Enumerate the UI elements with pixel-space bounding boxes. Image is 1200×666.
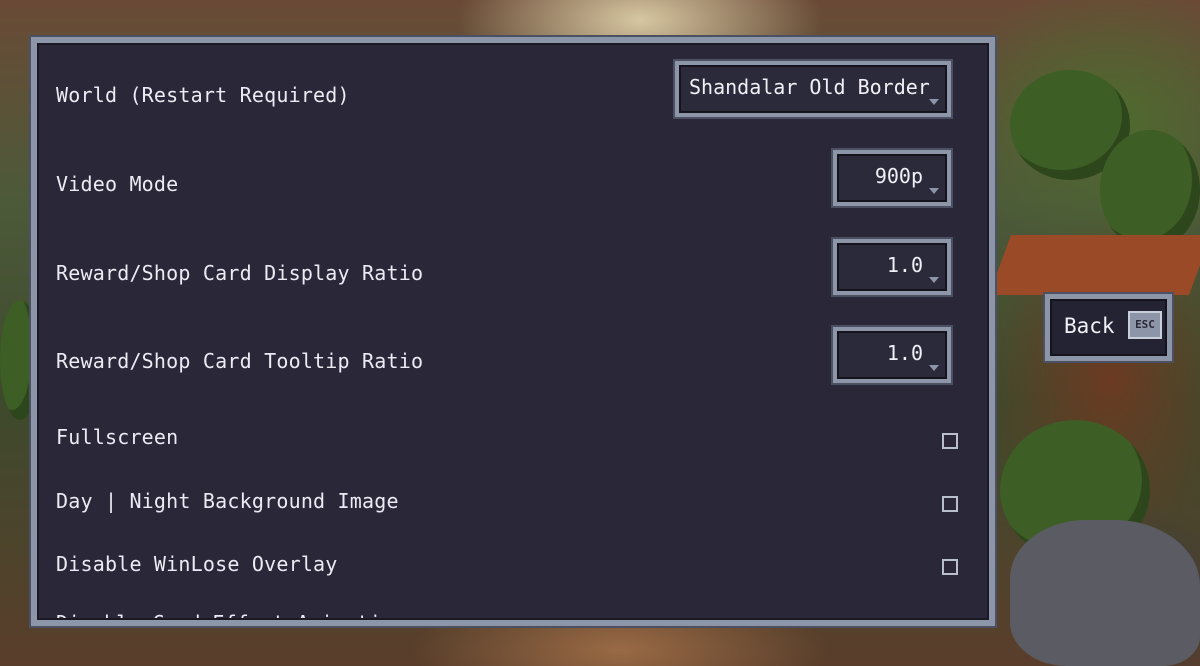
rock-decoration: [1010, 520, 1200, 666]
video-mode-select-text: 900p: [874, 164, 923, 188]
chevron-down-icon: [929, 365, 939, 371]
settings-list[interactable]: World (Restart Required) Shandalar Old B…: [37, 43, 989, 620]
display-ratio-label: Reward/Shop Card Display Ratio: [56, 261, 424, 285]
fullscreen-checkbox[interactable]: [942, 433, 958, 449]
display-ratio-select-text: 1.0: [886, 253, 923, 277]
video-mode-select-value: 900p: [837, 154, 947, 202]
back-button-face: Back ESC: [1050, 299, 1167, 356]
cut-off-setting-label: Disable Card Effect Animations: [56, 611, 417, 618]
display-ratio-select-value: 1.0: [837, 243, 947, 291]
video-mode-select[interactable]: 900p: [831, 148, 953, 208]
world-label: World (Restart Required): [56, 83, 350, 107]
display-ratio-select[interactable]: 1.0: [831, 237, 953, 297]
world-select[interactable]: Shandalar Old Border: [673, 59, 953, 119]
tooltip-ratio-select-value: 1.0: [837, 331, 947, 379]
back-button[interactable]: Back ESC: [1043, 292, 1174, 363]
building-roof-decoration: [989, 235, 1200, 295]
winlose-overlay-label: Disable WinLose Overlay: [56, 552, 338, 576]
chevron-down-icon: [929, 188, 939, 194]
tree-decoration: [1100, 130, 1200, 250]
video-mode-label: Video Mode: [56, 172, 179, 196]
day-night-label: Day | Night Background Image: [56, 489, 399, 513]
esc-key-icon: ESC: [1128, 311, 1162, 339]
tooltip-ratio-label: Reward/Shop Card Tooltip Ratio: [56, 349, 424, 373]
back-button-label: Back: [1064, 314, 1115, 338]
tooltip-ratio-select-text: 1.0: [886, 341, 923, 365]
settings-panel: World (Restart Required) Shandalar Old B…: [29, 35, 997, 628]
world-select-value: Shandalar Old Border: [679, 65, 947, 113]
chevron-down-icon: [929, 277, 939, 283]
day-night-checkbox[interactable]: [942, 496, 958, 512]
fullscreen-label: Fullscreen: [56, 425, 179, 449]
game-background: World (Restart Required) Shandalar Old B…: [0, 0, 1200, 666]
chevron-down-icon: [929, 99, 939, 105]
tooltip-ratio-select[interactable]: 1.0: [831, 325, 953, 385]
world-select-text: Shandalar Old Border: [689, 75, 930, 99]
winlose-overlay-checkbox[interactable]: [942, 559, 958, 575]
